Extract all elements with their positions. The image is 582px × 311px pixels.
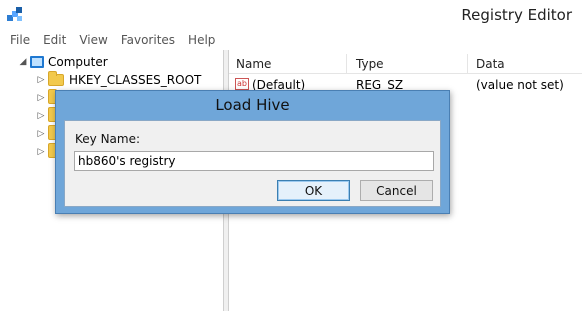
column-header-type[interactable]: Type — [356, 57, 384, 71]
menu-view[interactable]: View — [79, 33, 107, 47]
string-value-icon: ab — [235, 78, 249, 90]
expand-arrow-icon[interactable]: ▷ — [36, 111, 46, 121]
tree-item-hkey-classes-root[interactable]: ▷ HKEY_CLASSES_ROOT — [36, 71, 201, 89]
folder-icon — [48, 71, 64, 86]
value-data: (value not set) — [476, 78, 564, 92]
expand-arrow-icon[interactable]: ▷ — [36, 93, 46, 103]
computer-icon — [30, 56, 44, 68]
dialog-title: Load Hive — [215, 96, 290, 114]
tree-item-label: HKEY_CLASSES_ROOT — [69, 73, 202, 87]
menu-help[interactable]: Help — [188, 33, 215, 47]
menu-bar: File Edit View Favorites Help — [0, 30, 582, 50]
menu-edit[interactable]: Edit — [43, 33, 66, 47]
list-header: Name Type Data — [229, 54, 582, 74]
menu-file[interactable]: File — [10, 33, 30, 47]
tree-item-label: Computer — [48, 55, 108, 69]
column-header-data[interactable]: Data — [476, 57, 505, 71]
ok-button[interactable]: OK — [277, 180, 350, 201]
registry-editor-icon[interactable] — [6, 6, 24, 24]
title-bar: Registry Editor — [0, 0, 582, 30]
cancel-button[interactable]: Cancel — [360, 180, 433, 201]
key-name-input[interactable] — [74, 151, 434, 171]
column-divider[interactable] — [467, 54, 468, 74]
column-divider[interactable] — [346, 54, 347, 74]
expand-arrow-icon[interactable]: ▷ — [36, 129, 46, 139]
window-title: Registry Editor — [461, 6, 572, 24]
dialog-body: Key Name: OK Cancel — [64, 120, 441, 207]
expand-arrow-icon[interactable]: ▷ — [36, 147, 46, 157]
collapse-arrow-icon[interactable]: ◢ — [18, 57, 28, 67]
menu-favorites[interactable]: Favorites — [121, 33, 175, 47]
column-header-name[interactable]: Name — [236, 57, 271, 71]
tree-item-computer[interactable]: ◢ Computer — [18, 53, 108, 71]
load-hive-dialog: Load Hive Key Name: OK Cancel — [55, 90, 450, 214]
expand-arrow-icon[interactable]: ▷ — [36, 75, 46, 85]
key-name-label: Key Name: — [75, 132, 141, 146]
